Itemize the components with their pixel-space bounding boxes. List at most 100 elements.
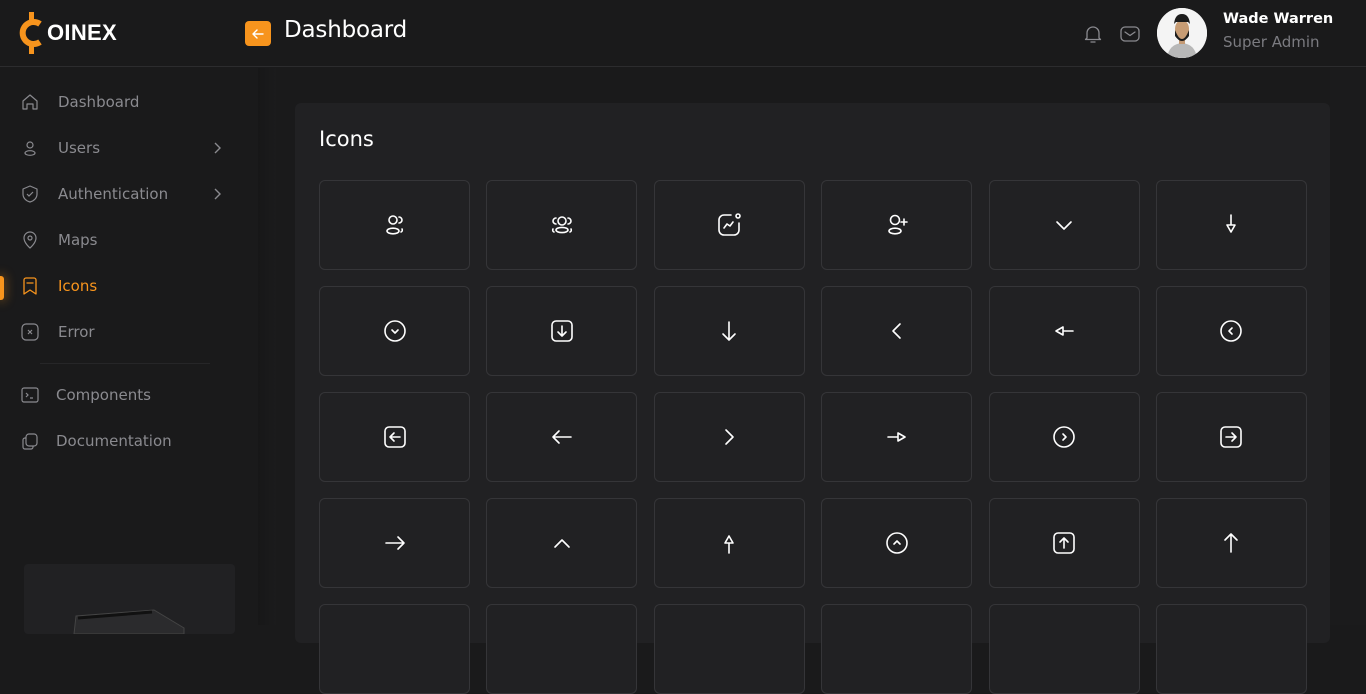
sidebar-item-authentication[interactable]: Authentication xyxy=(0,177,250,211)
user-icon xyxy=(20,138,40,158)
icon-grid xyxy=(319,180,1307,694)
promo-illustration xyxy=(73,609,185,634)
icon-placeholder xyxy=(882,634,912,664)
sidebar-item-label: Error xyxy=(58,323,95,341)
icon-tile[interactable] xyxy=(319,604,470,694)
icon-tile[interactable] xyxy=(486,392,638,482)
icon-tile[interactable] xyxy=(988,392,1140,482)
arrow-up-square-icon xyxy=(1053,532,1075,554)
sidebar-item-label: Authentication xyxy=(58,185,169,203)
icon-tile[interactable] xyxy=(319,498,470,588)
arrow-left-icon xyxy=(552,430,572,444)
chart-notification-icon xyxy=(718,213,742,236)
bookmark-icon xyxy=(20,276,40,296)
icon-tile[interactable] xyxy=(486,286,638,376)
icon-tile[interactable] xyxy=(1155,498,1307,588)
icon-tile[interactable] xyxy=(1155,286,1307,376)
icon-tile[interactable] xyxy=(653,180,805,270)
chevron-right-icon xyxy=(214,188,221,200)
icon-tile[interactable] xyxy=(486,604,638,694)
icon-placeholder xyxy=(1216,634,1246,664)
map-pin-icon xyxy=(20,230,40,250)
sidebar-item-components[interactable]: Components xyxy=(0,378,250,412)
user-avatar-image xyxy=(1157,8,1207,58)
user-role: Super Admin xyxy=(1223,33,1320,51)
arrow-left-triangle-icon xyxy=(1055,326,1074,336)
sidebar-item-label: Documentation xyxy=(56,432,172,450)
bell-icon[interactable] xyxy=(1082,23,1104,45)
coin-logo-icon xyxy=(19,12,42,54)
sidebar-item-label: Icons xyxy=(58,277,98,295)
chevron-left-icon xyxy=(891,323,901,339)
icon-tile[interactable] xyxy=(1155,180,1307,270)
sidebar-divider xyxy=(40,363,210,364)
user-add-icon xyxy=(887,214,908,235)
chevron-right-icon xyxy=(725,429,735,445)
copy-icon xyxy=(20,431,40,451)
users-group-icon xyxy=(551,216,573,234)
icon-placeholder xyxy=(380,634,410,664)
icon-tile[interactable] xyxy=(653,498,805,588)
chevron-left-circle-icon xyxy=(1220,320,1243,342)
arrow-left-square-icon xyxy=(383,426,406,448)
chevron-right-circle-icon xyxy=(1053,426,1075,448)
icon-tile[interactable] xyxy=(821,180,973,270)
panel-title: Icons xyxy=(319,127,374,151)
icon-tile[interactable] xyxy=(486,180,638,270)
arrow-down-triangle-icon xyxy=(1226,214,1237,233)
sidebar-edge xyxy=(258,68,276,625)
icon-tile[interactable] xyxy=(821,286,973,376)
x-square-icon xyxy=(20,322,40,342)
chevron-right-icon xyxy=(214,142,221,154)
sidebar-item-label: Components xyxy=(56,386,151,404)
mail-icon[interactable] xyxy=(1119,23,1141,45)
sidebar-item-users[interactable]: Users xyxy=(0,131,250,165)
sidebar-item-error[interactable]: Error xyxy=(0,315,250,349)
chevron-up-icon xyxy=(554,539,570,548)
icons-panel: Icons xyxy=(295,103,1330,694)
sidebar-item-maps[interactable]: Maps xyxy=(0,223,250,257)
sidebar-item-label: Maps xyxy=(58,231,98,249)
chevron-down-circle-icon xyxy=(383,320,406,342)
icon-tile[interactable] xyxy=(486,498,638,588)
icon-tile[interactable] xyxy=(319,286,470,376)
icon-placeholder xyxy=(1049,634,1079,664)
sidebar-item-label: Dashboard xyxy=(58,93,140,111)
arrow-right-square-icon xyxy=(1220,426,1243,448)
arrow-right-triangle-icon xyxy=(886,432,906,442)
arrow-down-icon xyxy=(722,321,737,341)
sidebar-item-icons[interactable]: Icons xyxy=(0,269,250,303)
arrow-up-triangle-icon xyxy=(724,535,735,554)
icon-tile[interactable] xyxy=(653,392,805,482)
icon-tile[interactable] xyxy=(821,604,973,694)
icon-tile[interactable] xyxy=(1155,604,1307,694)
arrow-down-square-icon xyxy=(551,320,573,342)
icon-tile[interactable] xyxy=(988,498,1140,588)
avatar[interactable] xyxy=(1157,8,1207,58)
brand-logo[interactable]: OINEX xyxy=(16,12,117,54)
icon-tile[interactable] xyxy=(988,604,1140,694)
terminal-icon xyxy=(20,385,40,405)
sidebar-item-dashboard[interactable]: Dashboard xyxy=(0,85,250,119)
icon-tile[interactable] xyxy=(821,392,973,482)
icon-tile[interactable] xyxy=(319,392,470,482)
icon-tile[interactable] xyxy=(653,286,805,376)
users-icon xyxy=(385,215,403,235)
icon-tile[interactable] xyxy=(319,180,470,270)
icon-tile[interactable] xyxy=(653,604,805,694)
sidebar-item-documentation[interactable]: Documentation xyxy=(0,424,250,458)
arrow-right-icon xyxy=(384,536,405,550)
user-name: Wade Warren xyxy=(1223,11,1334,27)
icon-tile[interactable] xyxy=(988,286,1140,376)
icon-tile[interactable] xyxy=(821,498,973,588)
icon-placeholder xyxy=(547,634,577,664)
page-title: Dashboard xyxy=(284,17,407,43)
arrow-up-icon xyxy=(1224,533,1239,553)
chevron-down-icon xyxy=(1056,221,1072,230)
back-button[interactable] xyxy=(245,21,271,46)
home-icon xyxy=(20,92,40,112)
icon-tile[interactable] xyxy=(1155,392,1307,482)
icon-tile[interactable] xyxy=(988,180,1140,270)
sidebar: Dashboard Users Authentication Maps Icon… xyxy=(0,68,258,634)
sidebar-item-label: Users xyxy=(58,139,101,157)
